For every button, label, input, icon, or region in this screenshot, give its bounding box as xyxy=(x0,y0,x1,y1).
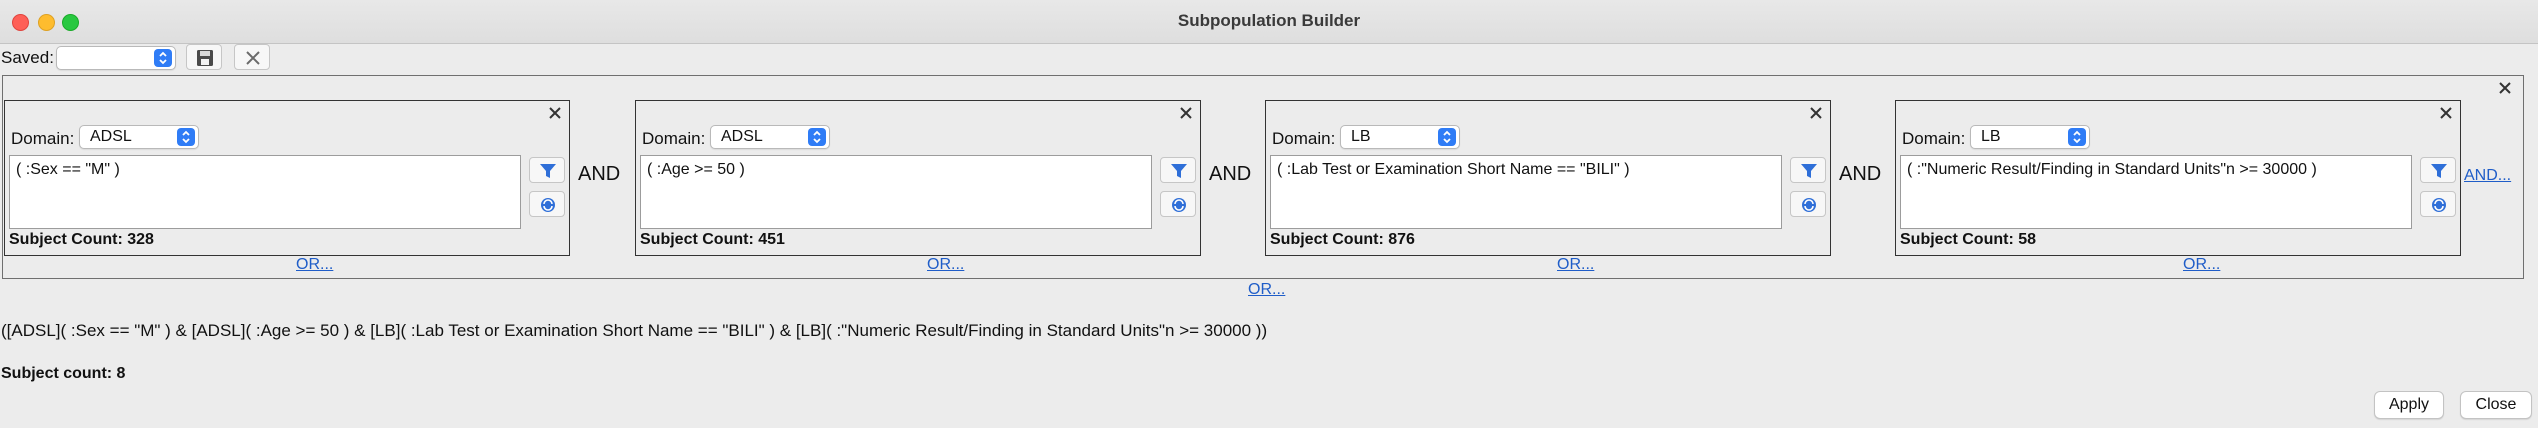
domain-select-value: LB xyxy=(1351,128,1371,145)
domain-label: Domain: xyxy=(11,129,75,148)
domain-select-value: ADSL xyxy=(721,128,763,145)
domain-select[interactable]: ADSL xyxy=(710,125,830,149)
refresh-icon xyxy=(1172,198,1186,212)
domain-select[interactable]: LB xyxy=(1970,125,2090,149)
chevron-updown-icon xyxy=(1438,128,1456,146)
refresh-icon xyxy=(1802,198,1816,212)
close-icon[interactable] xyxy=(1808,105,1824,121)
saved-select[interactable] xyxy=(56,46,176,70)
filter-button[interactable] xyxy=(1790,157,1826,183)
subject-count: Subject Count: 876 xyxy=(1270,231,1415,248)
filter-icon xyxy=(540,164,556,178)
domain-select-value: LB xyxy=(1981,128,2001,145)
condition-card-3: Domain: LB ( :Lab Test or Examination Sh… xyxy=(1265,100,1831,256)
condition-card-4: Domain: LB ( :"Numeric Result/Finding in… xyxy=(1895,100,2461,256)
refresh-button[interactable] xyxy=(1160,191,1196,217)
close-icon[interactable] xyxy=(2497,80,2513,96)
close-icon[interactable] xyxy=(547,105,563,121)
or-link-4[interactable]: OR... xyxy=(2183,256,2220,274)
refresh-icon xyxy=(2432,198,2446,212)
refresh-icon xyxy=(541,198,555,212)
filter-icon xyxy=(2431,164,2447,178)
condition-expression[interactable]: ( :Lab Test or Examination Short Name ==… xyxy=(1270,155,1782,229)
and-connector: AND xyxy=(578,163,621,185)
saved-label: Saved: xyxy=(1,48,54,67)
apply-button[interactable]: Apply xyxy=(2374,391,2444,419)
filter-button[interactable] xyxy=(529,157,565,183)
refresh-button[interactable] xyxy=(2420,191,2456,217)
or-link-3[interactable]: OR... xyxy=(1557,256,1594,274)
filter-button[interactable] xyxy=(2420,157,2456,183)
refresh-button[interactable] xyxy=(529,191,565,217)
window-title: Subpopulation Builder xyxy=(1177,11,1361,30)
condition-card-1: Domain: ADSL ( :Sex == "M" ) Subject Cou… xyxy=(4,100,570,256)
close-icon[interactable] xyxy=(2438,105,2454,121)
domain-select-value: ADSL xyxy=(90,128,132,145)
filter-icon xyxy=(1801,164,1817,178)
and-connector: AND xyxy=(1209,163,1252,185)
chevron-updown-icon xyxy=(154,49,172,67)
subject-count: Subject Count: 451 xyxy=(640,231,785,248)
domain-label: Domain: xyxy=(1272,129,1336,148)
combined-expression: ([ADSL]( :Sex == "M" ) & [ADSL]( :Age >=… xyxy=(1,321,1268,340)
clear-icon xyxy=(246,51,260,65)
title-bar: Subpopulation Builder xyxy=(0,0,2538,44)
close-button[interactable]: Close xyxy=(2460,391,2532,419)
or-link-1[interactable]: OR... xyxy=(296,256,333,274)
filter-icon xyxy=(1171,164,1187,178)
domain-label: Domain: xyxy=(1902,129,1966,148)
subject-count: Subject Count: 58 xyxy=(1900,231,2037,248)
chevron-updown-icon xyxy=(177,128,195,146)
condition-expression[interactable]: ( :Age >= 50 ) xyxy=(640,155,1152,229)
save-icon xyxy=(197,50,213,66)
and-connector: AND xyxy=(1839,163,1882,185)
condition-card-2: Domain: ADSL ( :Age >= 50 ) Subject Coun… xyxy=(635,100,1201,256)
subject-count: Subject Count: 328 xyxy=(9,231,154,248)
filter-button[interactable] xyxy=(1160,157,1196,183)
domain-label: Domain: xyxy=(642,129,706,148)
domain-select[interactable]: ADSL xyxy=(79,125,199,149)
domain-select[interactable]: LB xyxy=(1340,125,1460,149)
and-link[interactable]: AND... xyxy=(2464,167,2511,185)
save-button[interactable] xyxy=(186,44,222,70)
subject-count-total: Subject count: 8 xyxy=(1,365,126,382)
close-icon[interactable] xyxy=(1178,105,1194,121)
outer-or-link[interactable]: OR... xyxy=(1248,281,1285,299)
clear-button[interactable] xyxy=(234,44,270,70)
chevron-updown-icon xyxy=(2068,128,2086,146)
condition-expression[interactable]: ( :"Numeric Result/Finding in Standard U… xyxy=(1900,155,2412,229)
refresh-button[interactable] xyxy=(1790,191,1826,217)
condition-expression[interactable]: ( :Sex == "M" ) xyxy=(9,155,521,229)
or-link-2[interactable]: OR... xyxy=(927,256,964,274)
chevron-updown-icon xyxy=(808,128,826,146)
